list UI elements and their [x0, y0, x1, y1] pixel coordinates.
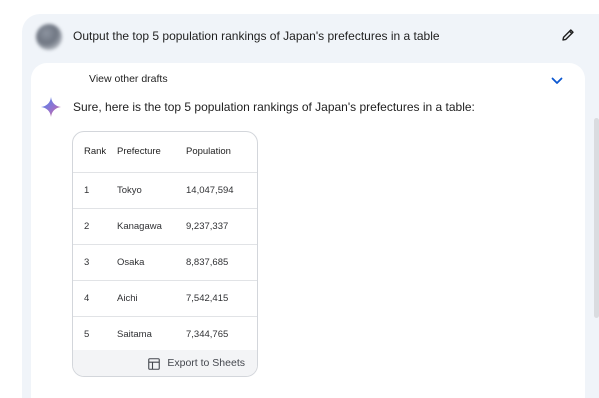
rank-cell: 4	[73, 280, 117, 317]
scrollbar[interactable]	[594, 118, 599, 318]
prefecture-cell: Osaka	[117, 244, 186, 281]
population-cell: 8,837,685	[186, 244, 257, 281]
user-prompt: Output the top 5 population rankings of …	[73, 29, 440, 43]
chevron-down-icon[interactable]	[550, 74, 564, 86]
sheets-icon	[148, 357, 161, 370]
table-row: 3 Osaka 8,837,685	[73, 244, 257, 281]
population-cell: 7,344,765	[186, 316, 257, 353]
export-label: Export to Sheets	[167, 357, 245, 369]
population-cell: 9,237,337	[186, 208, 257, 245]
table-header-row: Rank Prefecture Population	[73, 132, 257, 173]
sparkle-icon	[40, 96, 62, 118]
user-avatar	[36, 24, 62, 50]
table-row: 1 Tokyo 14,047,594	[73, 172, 257, 209]
population-table: Rank Prefecture Population 1 Tokyo 14,04…	[72, 131, 258, 377]
prefecture-cell: Tokyo	[117, 172, 186, 209]
population-cell: 7,542,415	[186, 280, 257, 317]
prefecture-cell: Saitama	[117, 316, 186, 353]
view-other-drafts-link[interactable]: View other drafts	[89, 73, 168, 85]
table-row: 4 Aichi 7,542,415	[73, 280, 257, 317]
prefecture-cell: Aichi	[117, 280, 186, 317]
rank-cell: 3	[73, 244, 117, 281]
column-header-rank: Rank	[73, 132, 117, 173]
table-row: 2 Kanagawa 9,237,337	[73, 208, 257, 245]
response-intro: Sure, here is the top 5 population ranki…	[73, 100, 475, 114]
rank-cell: 1	[73, 172, 117, 209]
export-to-sheets-button[interactable]: Export to Sheets	[73, 350, 257, 376]
prefecture-cell: Kanagawa	[117, 208, 186, 245]
column-header-prefecture: Prefecture	[117, 132, 186, 173]
population-cell: 14,047,594	[186, 172, 257, 209]
column-header-population: Population	[186, 132, 257, 173]
rank-cell: 5	[73, 316, 117, 353]
pencil-icon[interactable]	[560, 27, 576, 43]
rank-cell: 2	[73, 208, 117, 245]
table-row: 5 Saitama 7,344,765	[73, 316, 257, 353]
